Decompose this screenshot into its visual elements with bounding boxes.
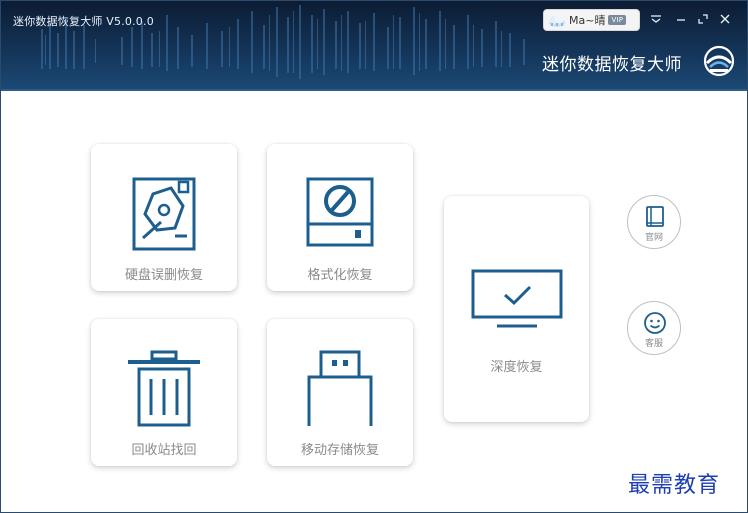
vip-badge: VIP (608, 15, 627, 25)
deep-recovery-label: 深度恢复 (490, 360, 543, 375)
recycle-bin-recovery-card[interactable]: 回收站找回 (91, 319, 237, 466)
customer-service-button[interactable]: 客服 (627, 301, 681, 355)
monitor-check-icon (471, 269, 562, 328)
customer-service-label: 客服 (644, 339, 663, 349)
format-disk-icon (306, 177, 374, 247)
trash-bin-icon (128, 350, 200, 427)
user-account-badge[interactable]: Ma~晴 VIP (543, 9, 640, 31)
recycle-bin-recovery-label: 回收站找回 (131, 443, 197, 458)
format-recovery-label: 格式化恢复 (307, 268, 373, 283)
hard-disk-icon (132, 177, 196, 251)
minimize-button[interactable] (671, 9, 691, 29)
chevron-down-icon (651, 15, 661, 23)
close-icon (720, 14, 730, 24)
website-button[interactable]: 官网 (627, 195, 681, 249)
website-label: 官网 (644, 233, 663, 243)
smiley-icon (644, 312, 666, 334)
usb-drive-icon (307, 350, 373, 426)
cloud-avatar-icon (549, 14, 565, 27)
menu-button[interactable] (646, 9, 666, 29)
book-icon (646, 206, 664, 227)
user-name: Ma~晴 (569, 14, 606, 27)
disk-delete-recovery-card[interactable]: 硬盘误删恢复 (91, 144, 237, 291)
maximize-button[interactable] (693, 9, 713, 29)
brand-logo-icon (703, 45, 735, 77)
watermark-text: 最需教育 (628, 473, 721, 498)
disk-delete-recovery-label: 硬盘误删恢复 (124, 268, 203, 283)
minimize-icon (677, 19, 685, 21)
close-button[interactable] (715, 9, 735, 29)
maximize-icon (698, 14, 708, 24)
deep-recovery-card[interactable]: 深度恢复 (444, 196, 589, 422)
brand-name: 迷你数据恢复大师 (542, 55, 682, 75)
title-bar: 迷你数据恢复大师 V5.0.0.0 Ma~晴 VIP 迷你数据恢复大师 (1, 1, 747, 91)
app-window: 迷你数据恢复大师 V5.0.0.0 Ma~晴 VIP 迷你数据恢复大师 硬盘误删… (0, 0, 748, 513)
format-recovery-card[interactable]: 格式化恢复 (267, 144, 413, 291)
removable-storage-recovery-label: 移动存储恢复 (300, 443, 379, 458)
title-bar-divider (1, 89, 747, 91)
app-title: 迷你数据恢复大师 V5.0.0.0 (13, 15, 154, 28)
removable-storage-recovery-card[interactable]: 移动存储恢复 (267, 319, 413, 466)
